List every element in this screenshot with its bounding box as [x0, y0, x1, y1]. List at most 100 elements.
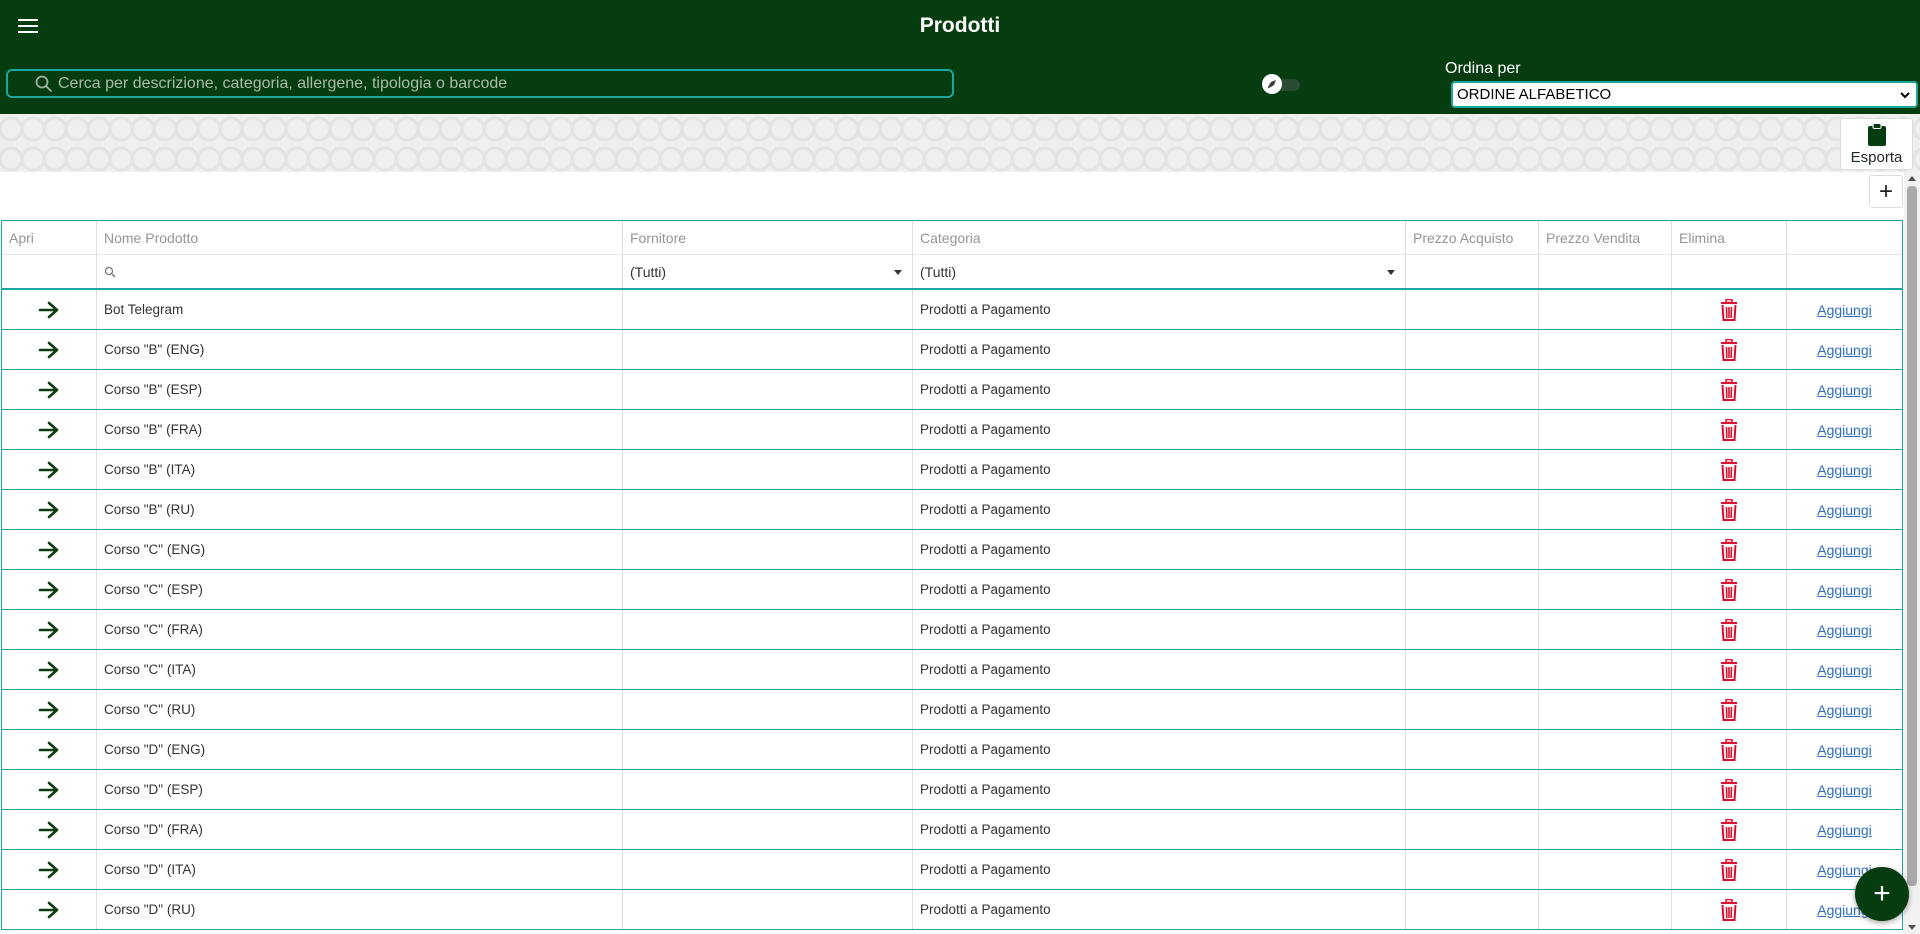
table-row[interactable]: Corso "C" (ESP) Prodotti a Pagamento Aggiu… [2, 570, 1902, 610]
open-cell [2, 770, 97, 809]
trash-icon[interactable] [1720, 658, 1738, 681]
aggiungi-link[interactable]: Aggiungi [1817, 302, 1872, 318]
product-name-cell: Bot Telegram [97, 290, 623, 329]
filter-name-input[interactable] [97, 255, 623, 288]
aggiungi-link[interactable]: Aggiungi [1817, 662, 1872, 678]
trash-icon[interactable] [1720, 538, 1738, 561]
arrow-right-icon[interactable] [38, 341, 60, 359]
trash-icon[interactable] [1720, 578, 1738, 601]
aggiungi-link[interactable]: Aggiungi [1817, 422, 1872, 438]
product-name-cell: Corso "C" (RU) [97, 690, 623, 729]
product-name-cell: Corso "B" (ESP) [97, 370, 623, 409]
table-row[interactable]: Corso "C" (RU) Prodotti a Pagamento Aggiun… [2, 690, 1902, 730]
table-row[interactable]: Corso "D" (ENG) Prodotti a Pagamento Aggiu… [2, 730, 1902, 770]
aggiungi-link[interactable]: Aggiungi [1817, 782, 1872, 798]
purchase-price-cell [1406, 290, 1539, 329]
search-input[interactable] [58, 74, 952, 93]
table-row[interactable]: Corso "D" (ESP) Prodotti a Pagamento Aggiu… [2, 770, 1902, 810]
table-row[interactable]: Corso "C" (ENG) Prodotti a Pagamento Aggiu… [2, 530, 1902, 570]
arrow-right-icon[interactable] [38, 421, 60, 439]
aggiungi-link[interactable]: Aggiungi [1817, 622, 1872, 638]
category-cell: Prodotti a Pagamento [913, 290, 1406, 329]
table-row[interactable]: Bot Telegram Prodotti a Pagamento Aggiungi [2, 290, 1902, 330]
column-header-nome-prodotto[interactable]: Nome Prodotto [97, 221, 623, 254]
arrow-right-icon[interactable] [38, 701, 60, 719]
supplier-cell [623, 770, 913, 809]
add-row-button[interactable]: + [1869, 175, 1903, 208]
trash-icon[interactable] [1720, 618, 1738, 641]
table-row[interactable]: Corso "D" (FRA) Prodotti a Pagamento Aggiu… [2, 810, 1902, 850]
aggiungi-link[interactable]: Aggiungi [1817, 502, 1872, 518]
filter-fornitore-select[interactable]: (Tutti) [623, 255, 913, 288]
trash-icon[interactable] [1720, 898, 1738, 921]
open-cell [2, 690, 97, 729]
arrow-right-icon[interactable] [38, 861, 60, 879]
trash-icon[interactable] [1720, 778, 1738, 801]
floating-add-button[interactable]: + [1855, 867, 1909, 921]
category-cell: Prodotti a Pagamento [913, 570, 1406, 609]
aggiungi-link[interactable]: Aggiungi [1817, 542, 1872, 558]
aggiungi-link[interactable]: Aggiungi [1817, 822, 1872, 838]
table-row[interactable]: Corso "B" (FRA) Prodotti a Pagamento Aggiu… [2, 410, 1902, 450]
table-row[interactable]: Corso "B" (ESP) Prodotti a Pagamento Aggiu… [2, 370, 1902, 410]
scroll-up-arrow-icon[interactable] [1908, 176, 1916, 181]
filter-cell-apri [2, 255, 97, 288]
arrow-right-icon[interactable] [38, 741, 60, 759]
aggiungi-link[interactable]: Aggiungi [1817, 582, 1872, 598]
table-row[interactable]: Corso "B" (ENG) Prodotti a Pagamento Aggiu… [2, 330, 1902, 370]
vertical-scrollbar[interactable] [1904, 172, 1920, 934]
category-cell: Prodotti a Pagamento [913, 890, 1406, 929]
dropdown-arrow-icon [1387, 270, 1395, 275]
toggle-switch[interactable] [1262, 74, 1302, 94]
aggiungi-link[interactable]: Aggiungi [1817, 702, 1872, 718]
table-row[interactable]: Corso "B" (ITA) Prodotti a Pagamento Aggiu… [2, 450, 1902, 490]
arrow-right-icon[interactable] [38, 381, 60, 399]
product-name-cell: Corso "D" (FRA) [97, 810, 623, 849]
arrow-right-icon[interactable] [38, 541, 60, 559]
arrow-right-icon[interactable] [38, 621, 60, 639]
column-header-elimina[interactable]: Elimina [1672, 221, 1787, 254]
table-row[interactable]: Corso "B" (RU) Prodotti a Pagamento Aggiun… [2, 490, 1902, 530]
table-row[interactable]: Corso "C" (ITA) Prodotti a Pagamento Aggiu… [2, 650, 1902, 690]
supplier-cell [623, 650, 913, 689]
trash-icon[interactable] [1720, 458, 1738, 481]
aggiungi-link[interactable]: Aggiungi [1817, 742, 1872, 758]
chevron-down-icon [1900, 92, 1910, 99]
trash-icon[interactable] [1720, 378, 1738, 401]
column-header-prezzo-acquisto[interactable]: Prezzo Acquisto [1406, 221, 1539, 254]
sort-select[interactable]: ORDINE ALFABETICO [1451, 81, 1918, 108]
aggiungi-link[interactable]: Aggiungi [1817, 382, 1872, 398]
trash-icon[interactable] [1720, 818, 1738, 841]
arrow-right-icon[interactable] [38, 821, 60, 839]
arrow-right-icon[interactable] [38, 461, 60, 479]
trash-icon[interactable] [1720, 498, 1738, 521]
arrow-right-icon[interactable] [38, 901, 60, 919]
column-header-prezzo-vendita[interactable]: Prezzo Vendita [1539, 221, 1672, 254]
open-cell [2, 410, 97, 449]
trash-icon[interactable] [1720, 858, 1738, 881]
table-row[interactable]: Corso "D" (ITA) Prodotti a Pagamento Aggiu… [2, 850, 1902, 890]
filter-categoria-select[interactable]: (Tutti) [913, 255, 1406, 288]
arrow-right-icon[interactable] [38, 301, 60, 319]
purchase-price-cell [1406, 490, 1539, 529]
aggiungi-link[interactable]: Aggiungi [1817, 462, 1872, 478]
scroll-down-arrow-icon[interactable] [1908, 925, 1916, 930]
delete-cell [1672, 770, 1787, 809]
arrow-right-icon[interactable] [38, 501, 60, 519]
export-button[interactable]: Esporta [1840, 118, 1913, 170]
trash-icon[interactable] [1720, 738, 1738, 761]
trash-icon[interactable] [1720, 418, 1738, 441]
trash-icon[interactable] [1720, 338, 1738, 361]
arrow-right-icon[interactable] [38, 781, 60, 799]
column-header-fornitore[interactable]: Fornitore [623, 221, 913, 254]
trash-icon[interactable] [1720, 698, 1738, 721]
column-header-apri[interactable]: Apri [2, 221, 97, 254]
scrollbar-thumb[interactable] [1907, 186, 1917, 886]
column-header-categoria[interactable]: Categoria [913, 221, 1406, 254]
table-row[interactable]: Corso "C" (FRA) Prodotti a Pagamento Aggiu… [2, 610, 1902, 650]
table-row[interactable]: Corso "D" (RU) Prodotti a Pagamento Aggiun… [2, 890, 1902, 930]
aggiungi-link[interactable]: Aggiungi [1817, 342, 1872, 358]
trash-icon[interactable] [1720, 298, 1738, 321]
arrow-right-icon[interactable] [38, 661, 60, 679]
arrow-right-icon[interactable] [38, 581, 60, 599]
